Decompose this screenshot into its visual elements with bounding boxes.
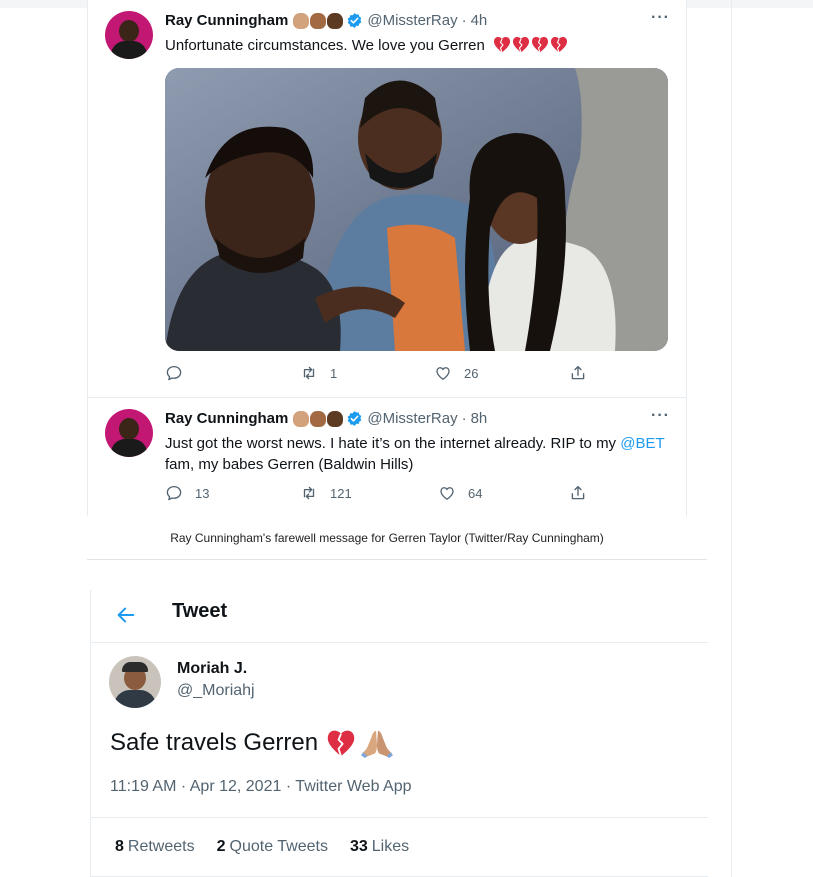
quote-tweets-count: 2 xyxy=(216,838,226,855)
quote-tweets-stat[interactable]: 2 Quote Tweets xyxy=(217,838,328,856)
broken-heart-icon xyxy=(493,36,568,53)
tweet-text: Safe travels Gerren xyxy=(110,728,394,758)
retweets-count: 8 xyxy=(115,838,124,855)
like-count: 64 xyxy=(468,485,483,501)
separator-dot: · xyxy=(461,410,467,427)
like-icon xyxy=(438,484,456,502)
divider xyxy=(91,817,708,818)
back-arrow-icon[interactable] xyxy=(115,604,137,626)
retweet-count: 1 xyxy=(330,365,338,381)
share-button[interactable] xyxy=(569,364,587,382)
tweet-actions: 1 26 xyxy=(88,364,688,386)
tweet-text-body: Unfortunate circumstances. We love you G… xyxy=(165,37,485,54)
like-count: 26 xyxy=(464,365,479,381)
tweet-time[interactable]: 4h xyxy=(471,12,488,29)
like-button[interactable]: 26 xyxy=(434,364,478,382)
share-icon xyxy=(569,484,587,502)
more-icon[interactable]: ··· xyxy=(651,9,670,27)
retweets-stat[interactable]: 8 Retweets xyxy=(115,838,195,856)
avatar[interactable] xyxy=(105,11,153,59)
tweet-text-line1: Just got the worst news. I hate it’s on … xyxy=(165,435,617,452)
retweet-button[interactable]: 1 xyxy=(300,364,337,382)
tweet-detail: Tweet Moriah J. @_Moriahj Safe travels G… xyxy=(90,590,708,877)
column-divider xyxy=(731,0,732,877)
tweet-text-body: Safe travels Gerren xyxy=(110,729,319,756)
tweet-author-line: Ray Cunningham @MissterRay · 4h xyxy=(165,12,487,29)
author-name[interactable]: Ray Cunningham xyxy=(165,12,288,29)
tweet-author-line: Ray Cunningham @MissterRay · 8h xyxy=(165,410,487,427)
retweet-icon xyxy=(300,364,318,382)
like-icon xyxy=(434,364,452,382)
likes-label: Likes xyxy=(371,838,410,855)
more-icon[interactable]: ··· xyxy=(651,407,670,425)
retweets-label: Retweets xyxy=(127,838,195,855)
likes-count: 33 xyxy=(349,838,368,855)
divider xyxy=(88,397,686,398)
author-name[interactable]: Moriah J. xyxy=(177,660,247,678)
fist-icon xyxy=(293,410,344,427)
avatar[interactable] xyxy=(109,656,161,708)
avatar[interactable] xyxy=(105,409,153,457)
share-button[interactable] xyxy=(569,484,587,502)
embedded-tweets-card: Ray Cunningham @MissterRay · 4h ··· Unfo… xyxy=(87,0,687,516)
separator-dot: · xyxy=(461,12,467,29)
tweet-text: Unfortunate circumstances. We love you G… xyxy=(165,35,568,56)
broken-heart-icon xyxy=(326,729,356,757)
tweet-text: Just got the worst news. I hate it’s on … xyxy=(165,433,675,475)
tweet-text-line2: fam, my babes Gerren (Baldwin Hills) xyxy=(165,456,414,473)
retweet-button[interactable]: 121 xyxy=(300,484,352,502)
mention-link[interactable]: @BET xyxy=(620,435,664,452)
likes-stat[interactable]: 33 Likes xyxy=(350,838,409,856)
reply-icon xyxy=(165,484,183,502)
reply-count: 13 xyxy=(195,485,210,501)
tweet-time[interactable]: 8h xyxy=(471,410,488,427)
image-caption: Ray Cunningham's farewell message for Ge… xyxy=(170,531,604,545)
retweet-count: 121 xyxy=(330,485,352,501)
author-handle[interactable]: @_Moriahj xyxy=(177,682,255,700)
verified-icon xyxy=(346,410,363,427)
retweet-icon xyxy=(300,484,318,502)
author-handle[interactable]: @MissterRay xyxy=(367,410,457,427)
reply-button[interactable] xyxy=(165,364,183,382)
fist-icon xyxy=(293,12,344,29)
page-title: Tweet xyxy=(172,600,228,622)
tweet-actions: 13 121 64 xyxy=(88,484,688,506)
reply-button[interactable]: 13 xyxy=(165,484,209,502)
share-icon xyxy=(569,364,587,382)
tweet-photo[interactable] xyxy=(165,68,668,351)
reply-icon xyxy=(165,364,183,382)
author-handle[interactable]: @MissterRay xyxy=(367,12,457,29)
author-name[interactable]: Ray Cunningham xyxy=(165,410,288,427)
divider xyxy=(87,559,707,560)
verified-icon xyxy=(346,12,363,29)
quote-tweets-label: Quote Tweets xyxy=(229,838,328,855)
like-button[interactable]: 64 xyxy=(438,484,482,502)
folded-hands-icon xyxy=(361,730,394,758)
tweet-timestamp[interactable]: 11:19 AM · Apr 12, 2021 · Twitter Web Ap… xyxy=(110,778,412,796)
divider xyxy=(91,642,708,643)
engagement-stats: 8 Retweets 2 Quote Tweets 33 Likes xyxy=(115,838,409,856)
